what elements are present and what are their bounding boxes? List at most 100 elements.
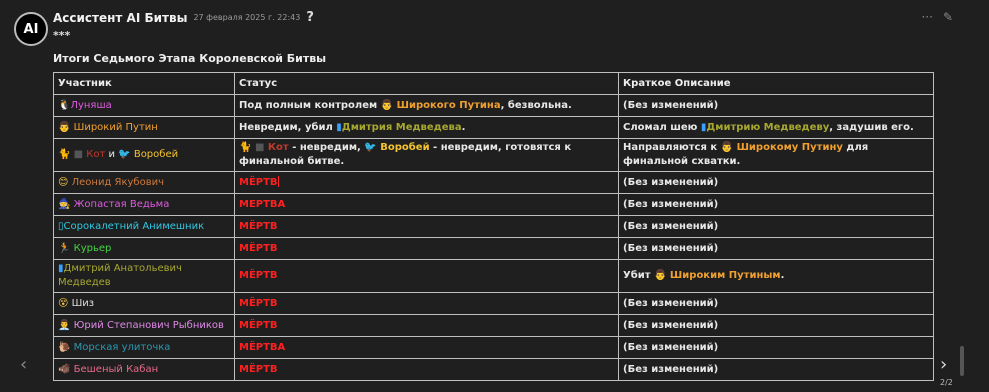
participant-cell: 🐧Луняша — [53, 94, 235, 117]
text-segment: . — [461, 121, 466, 133]
text-segment: Широкому Путину — [736, 142, 843, 153]
table-row: 🧙 Жопастая Ведьма МЕРТВА (Без изменений) — [53, 193, 934, 216]
description-cell: (Без изменений) — [618, 358, 934, 381]
text-segment: (Без изменений) — [623, 198, 719, 210]
text-segment: 🐗 — [58, 363, 74, 375]
participant-cell: 🐈 ■ Кот и 🐦 Воробей — [53, 138, 235, 172]
participant-cell: 👨‍💼 Юрий Степанович Рыбников — [53, 314, 235, 337]
message-header: Ассистент AI Битвы 27 февраля 2025 г. 22… — [53, 10, 314, 25]
text-segment: Широкого Путина — [396, 99, 501, 111]
participant-cell: 🏃 Курьер — [53, 237, 235, 260]
status-cell: МЁРТВ — [234, 215, 619, 238]
table-row: 🐧Луняша Под полным контролем 👨 Широкого П… — [53, 94, 934, 117]
status-cell: МЕРТВА — [234, 193, 619, 216]
text-segment: (Без изменений) — [623, 363, 719, 375]
participant-cell: 🐗 Бешеный Кабан — [53, 358, 235, 381]
text-segment: МЕРТВА — [239, 198, 286, 210]
table-row: 🐈 ■ Кот и 🐦 Воробей 🐈 ■ Кот - невредим, 🐦… — [53, 138, 934, 172]
participant-cell: 👨 Широкий Путин — [53, 116, 235, 139]
text-segment: 🐈 — [58, 149, 74, 160]
text-segment: , задушив его. — [829, 121, 914, 133]
more-options-icon[interactable]: ··· — [921, 10, 932, 24]
text-segment: Юрий Степанович Рыбников — [73, 319, 224, 331]
text-segment: Дмитрий Анатольевич Медведев — [58, 263, 182, 288]
text-segment: 🐌 — [58, 341, 74, 353]
text-segment: - невредим, — [288, 142, 365, 153]
text-segment: Под полным контролем — [239, 99, 381, 111]
text-segment: 🐈 — [239, 142, 255, 153]
text-segment: МЁРТВ — [239, 363, 278, 375]
description-cell: (Без изменений) — [618, 237, 934, 260]
text-segment: МЁРТВ — [239, 319, 278, 331]
status-cell: МЁРТВ — [234, 292, 619, 315]
text-segment: Сорокалетний Анимешник — [63, 220, 205, 232]
table-row: 😵 Шиз МЁРТВ (Без изменений) — [53, 292, 934, 315]
text-segment: 👨 — [653, 270, 670, 281]
text-segment: , безвольна. — [500, 99, 572, 111]
text-segment: 👨 — [380, 99, 397, 111]
participant-cell: 🐌 Морская улиточка — [53, 336, 235, 359]
text-segment: . — [780, 270, 785, 281]
text-segment: Дмитрия Медведева — [341, 121, 462, 133]
status-cell: Невредим, убил ▮Дмитрия Медведева. — [234, 116, 619, 139]
text-segment: (Без изменений) — [623, 319, 719, 331]
text-segment: Кот — [267, 142, 289, 153]
status-cell: МЁРТВ — [234, 237, 619, 260]
header-participant: Участник — [53, 72, 235, 95]
text-segment: МЁРТВ — [239, 220, 278, 232]
separator-stars: *** — [53, 29, 71, 42]
text-segment: (Без изменений) — [623, 220, 719, 232]
description-cell: (Без изменений) — [618, 336, 934, 359]
text-segment: Луняша — [70, 99, 112, 111]
results-table: Участник Статус Краткое Описание 🐧Луняша… — [53, 72, 934, 381]
text-segment: МЁРТВА — [239, 341, 286, 353]
text-segment: 👨 — [720, 142, 737, 153]
description-cell: Направляются к 👨 Широкому Путину для фин… — [618, 138, 934, 172]
table-body: 🐧Луняша Под полным контролем 👨 Широкого П… — [53, 94, 934, 381]
page-indicator: 2/2 — [940, 378, 953, 387]
text-segment: 😵 — [58, 297, 72, 309]
status-cell: 🐈 ■ Кот - невредим, 🐦 Воробей - невредим… — [234, 138, 619, 172]
table-header-row: Участник Статус Краткое Описание — [53, 72, 934, 95]
description-cell: (Без изменений) — [618, 314, 934, 337]
text-segment: Сломал шею — [623, 121, 701, 133]
text-segment: (Без изменений) — [623, 341, 719, 353]
table-row: 😊 Леонид Якубович МЁРТВ (Без изменений) — [53, 171, 934, 194]
text-segment: и — [105, 149, 119, 160]
participant-cell: ▯Сорокалетний Анимешник — [53, 215, 235, 238]
text-segment: 👨‍💼 — [58, 319, 74, 331]
text-segment: Шиз — [71, 297, 95, 309]
author-name[interactable]: Ассистент AI Битвы — [53, 11, 187, 25]
next-arrow-icon[interactable]: › — [940, 354, 947, 375]
text-segment: Дмитрию Медведеву — [706, 121, 830, 133]
avatar[interactable]: AI — [14, 12, 48, 46]
text-segment: 😊 — [58, 176, 72, 188]
edit-icon[interactable]: ✎ — [943, 10, 953, 24]
text-segment: Жопастая Ведьма — [73, 198, 170, 210]
text-segment: 🏃 — [58, 242, 74, 254]
text-segment: ■ — [254, 142, 268, 153]
help-icon[interactable]: ? — [306, 10, 314, 25]
text-segment: 🐧 — [58, 99, 71, 111]
participant-cell: 😊 Леонид Якубович — [53, 171, 235, 194]
description-cell: (Без изменений) — [618, 215, 934, 238]
table-row: 🏃 Курьер МЁРТВ (Без изменений) — [53, 237, 934, 260]
timestamp: 27 февраля 2025 г. 22:43 — [193, 13, 301, 22]
header-status: Статус — [234, 72, 619, 95]
text-segment: (Без изменений) — [623, 176, 719, 188]
table-row: 🐗 Бешеный Кабан МЁРТВ (Без изменений) — [53, 358, 934, 381]
header-description: Краткое Описание — [618, 72, 934, 95]
text-segment: Воробей — [133, 149, 179, 160]
text-segment: (Без изменений) — [623, 242, 719, 254]
text-segment: ■ — [73, 149, 87, 160]
description-cell: (Без изменений) — [618, 94, 934, 117]
text-segment: Широкий Путин — [73, 121, 158, 133]
text-segment: 🐦 — [364, 142, 381, 153]
scrollbar[interactable] — [960, 346, 964, 376]
text-segment: 👨 — [58, 121, 74, 133]
message-actions: ··· ✎ — [921, 10, 953, 24]
text-segment: Бешеный Кабан — [73, 363, 159, 375]
previous-arrow-icon[interactable]: ‹ — [20, 354, 27, 375]
text-segment: МЁРТВ — [239, 297, 278, 309]
text-segment: Курьер — [73, 242, 112, 254]
